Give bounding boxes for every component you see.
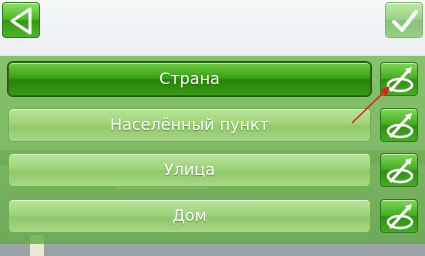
map-pick-button-city[interactable] <box>380 108 418 142</box>
map-pick-icon <box>386 158 414 184</box>
field-city-label: Населённый пункт <box>110 115 269 134</box>
back-button[interactable] <box>2 2 40 38</box>
map-pick-button-country[interactable] <box>380 62 418 96</box>
back-triangle-icon <box>10 7 32 35</box>
field-street-label: Улица <box>163 160 216 179</box>
map-pick-icon <box>386 67 414 93</box>
field-house-button[interactable]: Дом <box>8 199 371 233</box>
map-pick-button-house[interactable] <box>380 199 418 233</box>
map-pick-button-street[interactable] <box>380 153 418 187</box>
field-country-label: Страна <box>159 69 220 88</box>
field-country-button[interactable]: Страна <box>8 62 371 96</box>
field-city-button[interactable]: Населённый пункт <box>8 108 371 142</box>
address-form-panel: Страна Населённый пункт Улица Дом <box>0 55 425 244</box>
field-street-button[interactable]: Улица <box>8 153 371 187</box>
checkmark-icon <box>392 10 418 32</box>
field-house-label: Дом <box>172 206 207 225</box>
confirm-button[interactable] <box>385 2 423 38</box>
map-pick-icon <box>386 113 414 139</box>
map-pick-icon <box>386 204 414 230</box>
